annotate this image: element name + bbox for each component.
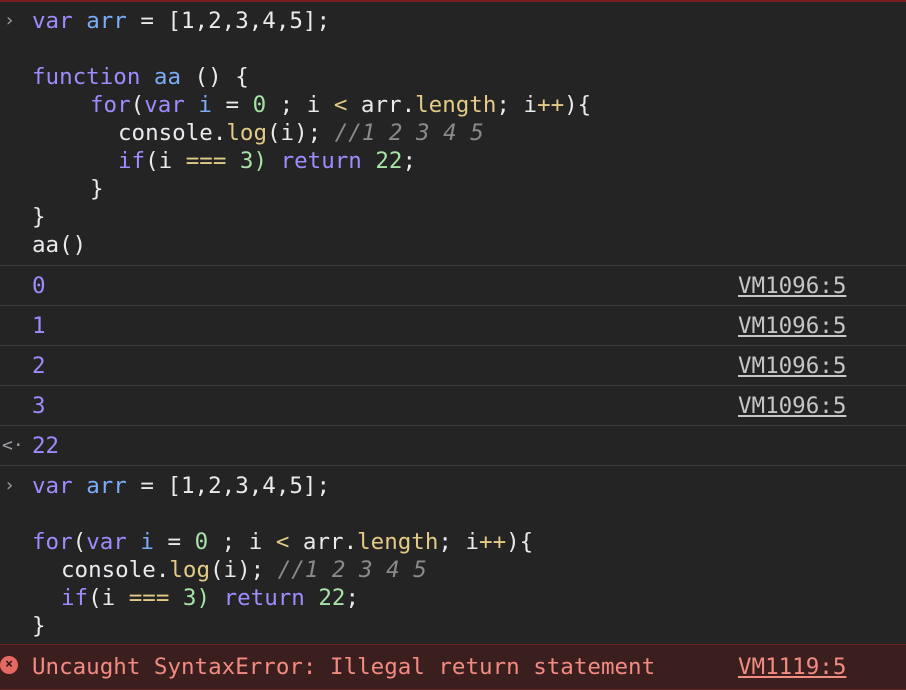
code-line: for(var i = 0 ; i < arr.length; i++){ bbox=[90, 92, 592, 118]
code-line: } bbox=[90, 176, 104, 202]
source-link[interactable]: VM1096:5 bbox=[738, 392, 846, 420]
code-line: var arr = [1,2,3,4,5]; bbox=[32, 8, 331, 34]
input-block-2[interactable]: › var arr = [1,2,3,4,5]; for(var i = 0 ;… bbox=[0, 465, 906, 646]
log-value: 3 bbox=[32, 393, 46, 419]
error-row: × Uncaught SyntaxError: Illegal return s… bbox=[0, 644, 906, 690]
source-link[interactable]: VM1096:5 bbox=[738, 312, 846, 340]
code-line: if(i === 3) return 22; bbox=[118, 148, 417, 174]
code-line: for(var i = 0 ; i < arr.length; i++){ bbox=[32, 529, 534, 555]
source-link[interactable]: VM1096:5 bbox=[738, 352, 846, 380]
log-row: 2 VM1096:5 bbox=[0, 345, 906, 386]
return-value: 22 bbox=[32, 433, 60, 459]
log-value: 1 bbox=[32, 313, 46, 339]
log-value: 0 bbox=[32, 273, 46, 299]
source-link[interactable]: VM1096:5 bbox=[738, 272, 846, 300]
code-line: console.log(i); //1 2 3 4 5 bbox=[118, 120, 484, 146]
prompt-chevron-icon: › bbox=[4, 10, 15, 31]
log-row: 0 VM1096:5 bbox=[0, 265, 906, 306]
devtools-console: › var arr = [1,2,3,4,5]; function aa () … bbox=[0, 0, 906, 690]
code-line: if(i === 3) return 22; bbox=[61, 585, 360, 611]
code-line: } bbox=[32, 204, 46, 230]
code-line: console.log(i); //1 2 3 4 5 bbox=[61, 557, 427, 583]
code-line: } bbox=[32, 613, 46, 639]
log-row: 1 VM1096:5 bbox=[0, 305, 906, 346]
log-value: 2 bbox=[32, 353, 46, 379]
error-message: Uncaught SyntaxError: Illegal return sta… bbox=[32, 654, 656, 680]
return-arrow-icon: <· bbox=[2, 435, 24, 456]
prompt-chevron-icon: › bbox=[4, 475, 15, 496]
error-source-link[interactable]: VM1119:5 bbox=[738, 653, 846, 681]
log-row: 3 VM1096:5 bbox=[0, 385, 906, 426]
code-line: var arr = [1,2,3,4,5]; bbox=[32, 473, 331, 499]
code-line: function aa () { bbox=[32, 64, 249, 90]
error-icon: × bbox=[0, 656, 18, 674]
return-row: <· 22 bbox=[0, 425, 906, 466]
top-error-border bbox=[0, 0, 906, 2]
code-line: aa() bbox=[32, 232, 87, 258]
